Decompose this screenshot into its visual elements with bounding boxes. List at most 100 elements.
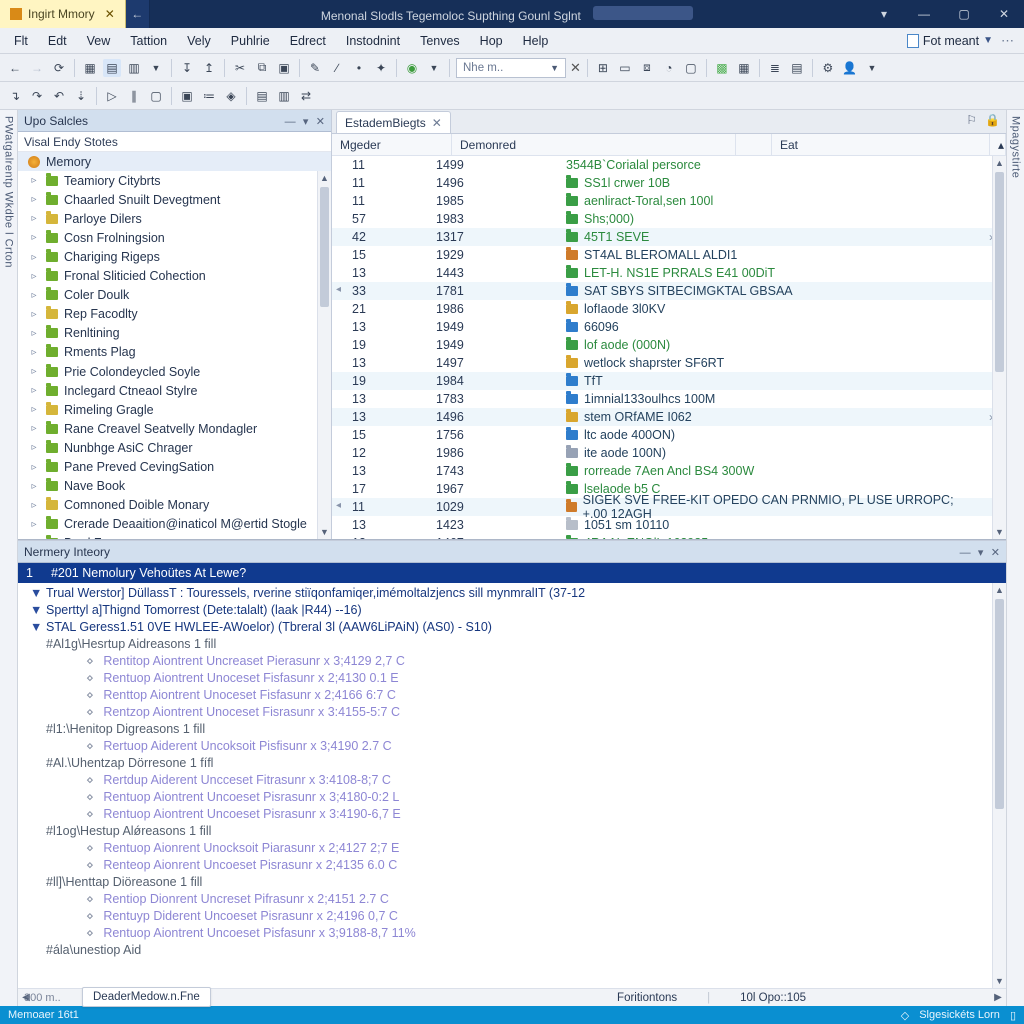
panel-dropdown-icon[interactable]: ▾ xyxy=(303,116,309,128)
clear-scope-icon[interactable]: ✕ xyxy=(570,60,581,76)
image-icon[interactable]: ▩ xyxy=(713,59,731,77)
tool-icon-1[interactable]: ⊞ xyxy=(594,59,612,77)
table-row[interactable]: 13 1496 stem ORfAME I062 › xyxy=(332,408,1006,426)
tree-item[interactable]: ▹ Chariging Rigeps xyxy=(18,247,331,266)
tool-icon-7[interactable]: ▤ xyxy=(788,59,806,77)
diff-icon[interactable]: ⇄ xyxy=(297,87,315,105)
table-row[interactable]: 15 1929 ST4AL BLEROMALL ALDI1 xyxy=(332,246,1006,264)
title-tab-close-icon[interactable]: ✕ xyxy=(105,7,115,21)
log-line[interactable]: ▼Trual Werstor] DüllassT : Touressels, r… xyxy=(18,585,1006,602)
notifications-icon[interactable]: ◇ xyxy=(901,1009,909,1022)
tool-icon-5[interactable]: ▢ xyxy=(682,59,700,77)
expand-icon[interactable]: ▹ xyxy=(28,213,40,224)
scroll-up-icon[interactable]: ▲ xyxy=(993,156,1006,170)
tree-item[interactable]: ▹ Coler Doulk xyxy=(18,286,331,305)
log-line[interactable]: ⋄ Rentuop Aiontrent Uncoeset Pisrasunr x… xyxy=(18,806,1006,823)
sort-desc-icon[interactable]: ↥ xyxy=(200,59,218,77)
title-search-pill[interactable] xyxy=(593,6,693,20)
menu-edrect[interactable]: Edrect xyxy=(280,28,336,54)
tool-icon-4[interactable]: ◔ xyxy=(660,59,678,77)
log-line[interactable]: ⋄ Rertdup Aiderent Uncceset Fitrasunr x … xyxy=(18,772,1006,789)
col-header-2[interactable]: Demonred xyxy=(452,134,736,155)
refresh-icon[interactable]: ⟳ xyxy=(50,59,68,77)
step-into-icon[interactable]: ↴ xyxy=(6,87,24,105)
columns-icon[interactable]: ▥ xyxy=(275,87,293,105)
side-scrollbar[interactable]: ▲ ▼ xyxy=(317,171,331,539)
tree-item[interactable]: ▹ Cosn Frolningsion xyxy=(18,228,331,247)
expand-icon[interactable]: ▹ xyxy=(28,252,40,263)
log-line[interactable]: ▼Sperttyl a]Thignd Tomorrest (Dete:talal… xyxy=(18,602,1006,619)
active-document-pill[interactable]: DeaderMedow.n.Fne xyxy=(82,987,211,1007)
table-row[interactable]: 21 1986 lofIaode 3l0KV xyxy=(332,300,1006,318)
table-row[interactable]: 12 1986 ite aode 100N) xyxy=(332,444,1006,462)
maximize-button[interactable]: ▢ xyxy=(944,0,984,28)
tag-icon[interactable]: ◈ xyxy=(222,87,240,105)
log-line[interactable]: ⋄ Rentuop Aiontrent Uncoeset Pisfasunr x… xyxy=(18,925,1006,942)
format-overflow-icon[interactable]: ⋯ xyxy=(1001,33,1014,49)
tree-item[interactable]: ▹ Brad Foom xyxy=(18,534,331,539)
expand-icon[interactable]: ▹ xyxy=(28,404,40,415)
step-over-icon[interactable]: ↷ xyxy=(28,87,46,105)
panel-icon[interactable]: ▥ xyxy=(125,59,143,77)
scroll-down-icon[interactable]: ▼ xyxy=(993,525,1006,539)
tree-item[interactable]: ▹ Rep Facodlty xyxy=(18,305,331,324)
log-line[interactable]: #l1:\Henitop Digreasons 1 fill xyxy=(18,721,1006,738)
run-icon[interactable]: ◉ xyxy=(403,59,421,77)
sort-asc-icon[interactable]: ↧ xyxy=(178,59,196,77)
tree-item[interactable]: ▹ Crerade Deaaition@inaticol M@ertid Sto… xyxy=(18,515,331,534)
left-rail[interactable]: PWatgalrentp Wkdbe l Crton xyxy=(0,110,18,1006)
table-row[interactable]: 11 1499 3544B`Corialal persorce xyxy=(332,156,1006,174)
disclosure-icon[interactable]: ▼ xyxy=(30,585,42,602)
log-line[interactable]: #Al.\Uhentzap Dörresone 1 fífl xyxy=(18,755,1006,772)
log-line[interactable]: ⋄ Rentuop Aionrent Unocksoit Piarasunr x… xyxy=(18,840,1006,857)
log-line[interactable]: ▼STAL Geress1.51 0VE HWLEE-AWoelor) (Tbr… xyxy=(18,619,1006,636)
expand-icon[interactable]: ▹ xyxy=(28,385,40,396)
log-line[interactable]: #ll]\Henttap Diöreasone 1 fill xyxy=(18,874,1006,891)
expand-icon[interactable]: ▹ xyxy=(28,290,40,301)
table-row[interactable]: 13 1423 1051 sm 10110 xyxy=(332,516,1006,534)
back-button[interactable]: ← xyxy=(126,0,150,28)
right-rail[interactable]: Mpagystirte xyxy=(1006,110,1024,1006)
expand-icon[interactable]: ▹ xyxy=(28,175,40,186)
table-row[interactable]: 13 1467 4RAAL ENGlL 163985 xyxy=(332,534,1006,539)
config-icon[interactable]: ⚙ xyxy=(819,59,837,77)
table-row[interactable]: 13 1743 rorreade 7Aen Ancl BS4 300W xyxy=(332,462,1006,480)
chevron-down-icon[interactable]: ▼ xyxy=(425,59,443,77)
tree-item[interactable]: ▹ Chaarled Snuilt Devegtment xyxy=(18,190,331,209)
menu-puhlrie[interactable]: Puhlrie xyxy=(221,28,280,54)
scroll-up-icon[interactable]: ▲ xyxy=(318,171,331,185)
close-button[interactable]: ✕ xyxy=(984,0,1024,28)
scroll-down-icon[interactable]: ▼ xyxy=(318,525,331,539)
expand-icon[interactable]: ▹ xyxy=(28,366,40,377)
table-row[interactable]: ◂33 1781 SAT SBYS SITBECIMGKTAL GBSAA xyxy=(332,282,1006,300)
scroll-right-icon[interactable]: ▶ xyxy=(990,992,1006,1003)
edit-icon[interactable]: ✎ xyxy=(306,59,324,77)
output-close-icon[interactable]: ✕ xyxy=(991,547,1000,559)
tool-icon-6[interactable]: ▦ xyxy=(735,59,753,77)
dot-icon[interactable]: • xyxy=(350,59,368,77)
output-dropdown-icon[interactable]: ▾ xyxy=(978,547,984,559)
menu-flt[interactable]: Flt xyxy=(4,28,38,54)
scroll-down-icon[interactable]: ▼ xyxy=(993,974,1006,988)
lock-icon[interactable]: 🔒 xyxy=(985,113,1000,127)
tree-item[interactable]: ▹ Rane Creavel Seatvelly Mondagler xyxy=(18,419,331,438)
scroll-thumb[interactable] xyxy=(995,172,1004,372)
chevron-down-icon[interactable]: ▼ xyxy=(147,59,165,77)
log-line[interactable]: ⋄ Renttop Aiontrent Unoceset Fisfasunr x… xyxy=(18,687,1006,704)
tool-icon-2[interactable]: ▭ xyxy=(616,59,634,77)
cursor-down-icon[interactable]: ⇣ xyxy=(72,87,90,105)
menu-instodnint[interactable]: Instodnint xyxy=(336,28,410,54)
horizontal-scrollbar[interactable]: ◀ 300 m.. DeaderMedow.n.Fne Foritiontons… xyxy=(18,988,1006,1006)
menu-tattion[interactable]: Tattion xyxy=(120,28,177,54)
expand-icon[interactable]: ▹ xyxy=(28,232,40,243)
expand-icon[interactable]: ▹ xyxy=(28,328,40,339)
log-line[interactable]: ⋄ Rentitop Aiontrent Uncreaset Pierasunr… xyxy=(18,653,1006,670)
disclosure-icon[interactable]: ▼ xyxy=(30,602,42,619)
table-row[interactable]: 19 1984 TfT xyxy=(332,372,1006,390)
menu-tenves[interactable]: Tenves xyxy=(410,28,470,54)
tree-item[interactable]: ▹ Comnoned Doible Monary xyxy=(18,496,331,515)
menu-help[interactable]: Help xyxy=(513,28,559,54)
table-row[interactable]: 13 1443 LET-H. NS1E PRRALS E41 00DiT xyxy=(332,264,1006,282)
layout-toggle-icon[interactable]: ▤ xyxy=(103,59,121,77)
tree-item[interactable]: ▹ Nave Book xyxy=(18,477,331,496)
